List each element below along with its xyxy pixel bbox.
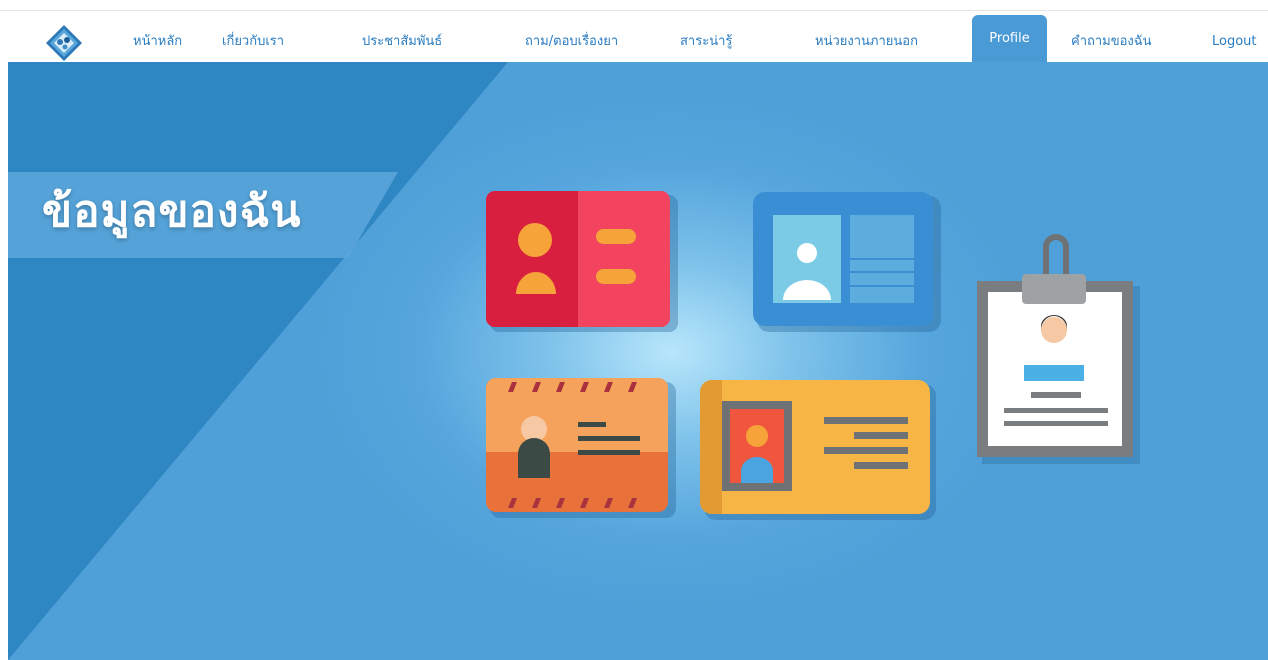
id-card-orange-icon — [486, 378, 676, 518]
top-border — [0, 0, 1268, 11]
nav-news[interactable]: ประชาสัมพันธ์ — [362, 27, 442, 57]
nav-drug-qa[interactable]: ถาม/ตอบเรื่องยา — [525, 27, 618, 57]
site-logo-icon[interactable] — [44, 23, 84, 63]
id-card-red-icon — [486, 191, 678, 332]
nav-external-agencies[interactable]: หน่วยงานภายนอก — [815, 27, 918, 57]
nav-knowledge[interactable]: สาระน่ารู้ — [680, 27, 732, 57]
nav-logout[interactable]: Logout — [1212, 27, 1257, 57]
navbar: หน้าหลัก เกี่ยวกับเรา ประชาสัมพันธ์ ถาม/… — [0, 11, 1268, 62]
nav-about[interactable]: เกี่ยวกับเรา — [222, 27, 284, 57]
diagonal-panel — [8, 62, 508, 660]
hero-banner: ข้อมูลของฉัน — [8, 62, 1268, 660]
page-title: ข้อมูลของฉัน — [42, 186, 302, 237]
hero-illustration — [8, 62, 1140, 660]
nav-my-questions[interactable]: คำถามของฉัน — [1071, 27, 1152, 57]
id-card-yellow-icon — [700, 380, 936, 520]
nav-profile[interactable]: Profile — [972, 15, 1047, 62]
id-card-blue-icon — [753, 192, 941, 332]
badge-clipboard-icon — [977, 234, 1140, 464]
nav-home[interactable]: หน้าหลัก — [133, 27, 182, 57]
